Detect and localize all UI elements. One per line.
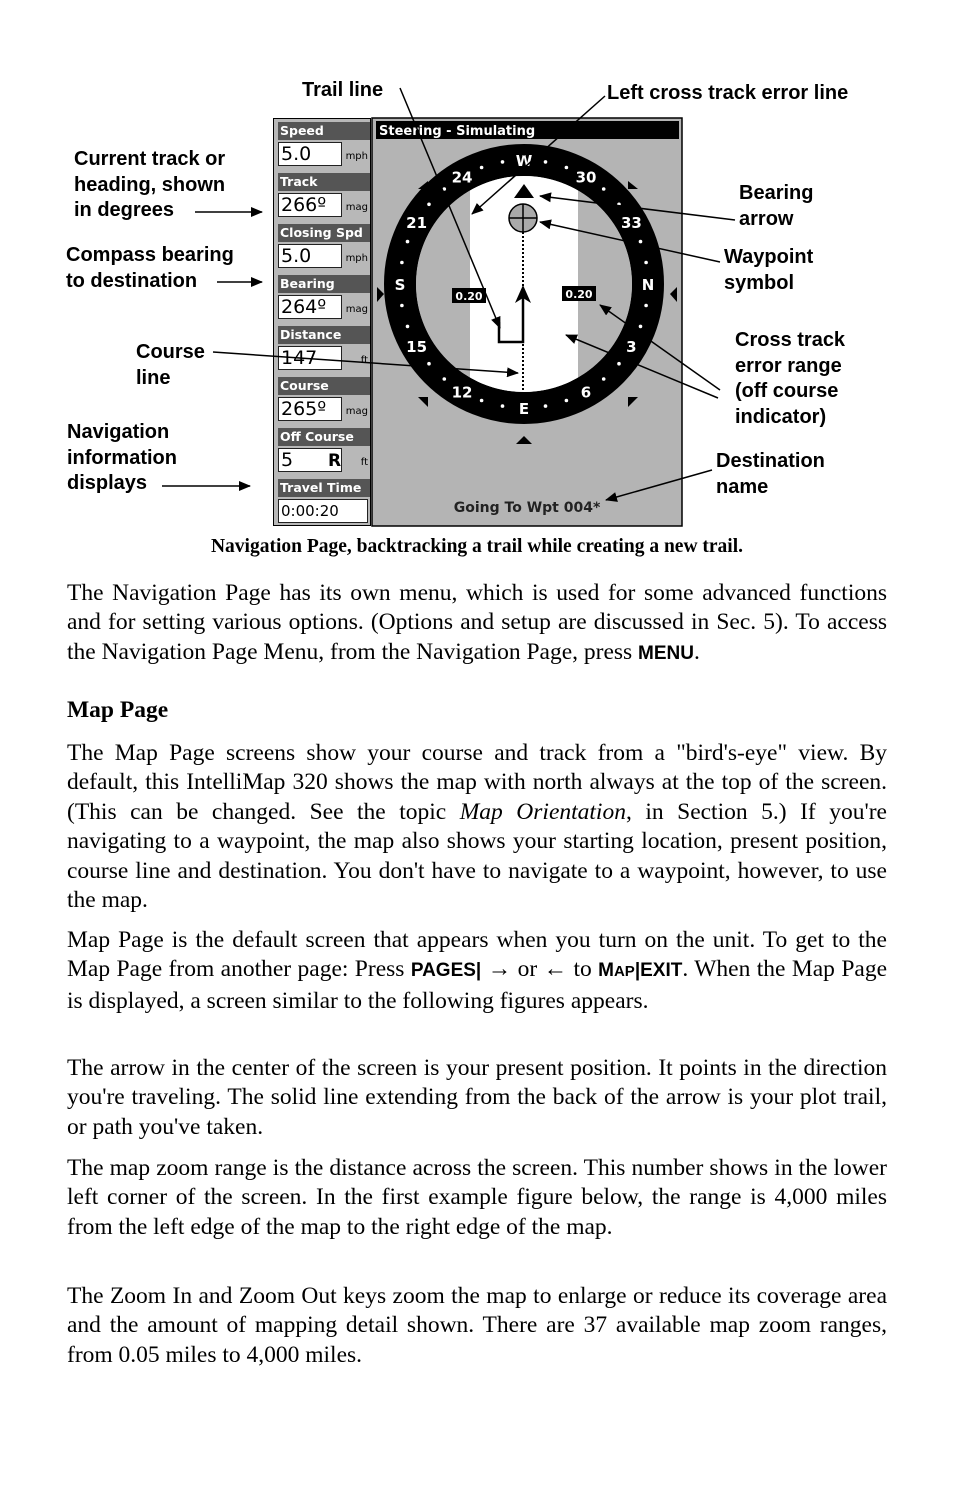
compass-label: 6 <box>581 383 591 401</box>
compass-tick <box>638 239 643 244</box>
callout-text: Compass bearing <box>66 244 234 266</box>
callout-text: heading, shown <box>74 173 226 196</box>
callout-text: displays <box>67 472 148 494</box>
callout-text: in degrees <box>74 199 175 221</box>
compass-tick <box>644 260 648 265</box>
destination-name: Going To Wpt 004* <box>454 500 601 516</box>
compass-label: 24 <box>452 169 473 187</box>
callout-nav-displays: Navigation information displays <box>67 420 177 497</box>
compass-label: 21 <box>406 214 427 232</box>
map-exit-key: MAP|EXIT <box>598 960 682 981</box>
callout-text: arrow <box>739 207 794 230</box>
paragraph-zoom-range: The map zoom range is the distance acros… <box>67 1154 887 1240</box>
callout-text: indicator) <box>735 405 827 428</box>
compass-label: 12 <box>452 383 473 401</box>
callout-xte-range: Cross track error range (off course indicat… <box>735 328 845 430</box>
compass-tick <box>405 239 410 244</box>
callout-text: (off course <box>735 380 839 402</box>
compass-tick <box>405 324 410 329</box>
callout-trail-line: Trail line <box>302 78 383 104</box>
compass-tick <box>543 404 548 408</box>
compass-tick <box>427 361 431 366</box>
callout-waypoint-symbol: Waypoint symbol <box>724 245 813 296</box>
compass-label: 33 <box>621 214 642 232</box>
text: AP <box>613 963 635 981</box>
topic-reference: Map Orientation <box>459 798 626 825</box>
compass-tick <box>400 303 404 308</box>
callout-text: Left cross track error line <box>607 82 849 104</box>
figure-caption: Navigation Page, backtracking a trail wh… <box>210 536 744 557</box>
compass-tick <box>638 324 643 329</box>
text: → or ← to <box>481 956 599 983</box>
paragraph-arrow: The arrow in the center of the screen is… <box>67 1054 887 1140</box>
xte-left-value: 0.20 <box>455 290 482 303</box>
callout-text: symbol <box>724 271 795 294</box>
callout-destination-name: Destination name <box>716 449 825 500</box>
callout-text: Waypoint <box>724 246 814 268</box>
callout-text: error range <box>735 354 842 377</box>
callout-text: Bearing <box>739 182 814 204</box>
paragraph-map-page: The Map Page screens show your course an… <box>67 739 887 917</box>
paragraph-nav-menu: The Navigation Page has its own menu, wh… <box>67 579 887 669</box>
compass-tick <box>644 303 648 308</box>
text: The Navigation Page has its own menu, wh… <box>67 579 887 665</box>
callout-text: Navigation <box>67 421 170 443</box>
callout-text: to destination <box>66 269 198 292</box>
callout-text: Destination <box>716 450 825 472</box>
compass-tick <box>479 165 484 170</box>
compass-label: N <box>642 276 655 294</box>
compass-tick <box>427 202 431 207</box>
callout-text: Trail line <box>302 79 384 101</box>
callout-text: information <box>67 446 177 469</box>
callout-compass-bearing: Compass bearing to destination <box>66 243 234 294</box>
menu-key: MENU <box>638 642 694 664</box>
callout-current-track: Current track or heading, shown in degrees <box>74 147 225 224</box>
compass-tick <box>601 187 606 191</box>
callout-bearing-arrow: Bearing arrow <box>739 181 813 232</box>
paragraph-zoom-keys: The Zoom In and Zoom Out keys zoom the m… <box>67 1282 887 1368</box>
callout-course-line: Course line <box>136 340 205 391</box>
compass-tick <box>543 160 548 164</box>
callout-text: Cross track <box>735 329 846 351</box>
compass-label: 15 <box>406 338 427 356</box>
compass-tick <box>442 377 447 381</box>
text: M <box>598 960 614 982</box>
callout-text: Current track or <box>74 148 226 170</box>
text: . <box>694 638 700 665</box>
compass-tick <box>500 160 505 164</box>
text: |EXIT <box>634 960 683 982</box>
section-heading: Map Page <box>67 697 169 723</box>
compass-tick <box>617 361 621 366</box>
compass-tick <box>564 398 569 403</box>
pages-key: PAGES| <box>410 960 482 982</box>
callout-text: name <box>716 475 769 498</box>
callout-left-cross-track: Left cross track error line <box>607 81 848 107</box>
callout-text: Course <box>136 341 205 363</box>
callout-text: line <box>136 366 171 389</box>
compass-tick <box>601 377 606 381</box>
compass-tick <box>479 398 484 403</box>
compass-label: 3 <box>626 338 636 356</box>
xte-right-value: 0.20 <box>565 288 592 301</box>
compass-label: E <box>519 400 529 418</box>
screen-title: Steering - Simulating <box>379 124 535 139</box>
compass-label: 30 <box>576 169 597 187</box>
compass-label: S <box>395 276 406 294</box>
compass-tick <box>500 404 505 408</box>
paragraph-default-screen: Map Page is the default screen that appe… <box>67 926 887 1017</box>
waypoint-symbol-icon <box>508 203 538 233</box>
compass-tick <box>564 165 569 170</box>
compass-tick <box>400 260 404 265</box>
